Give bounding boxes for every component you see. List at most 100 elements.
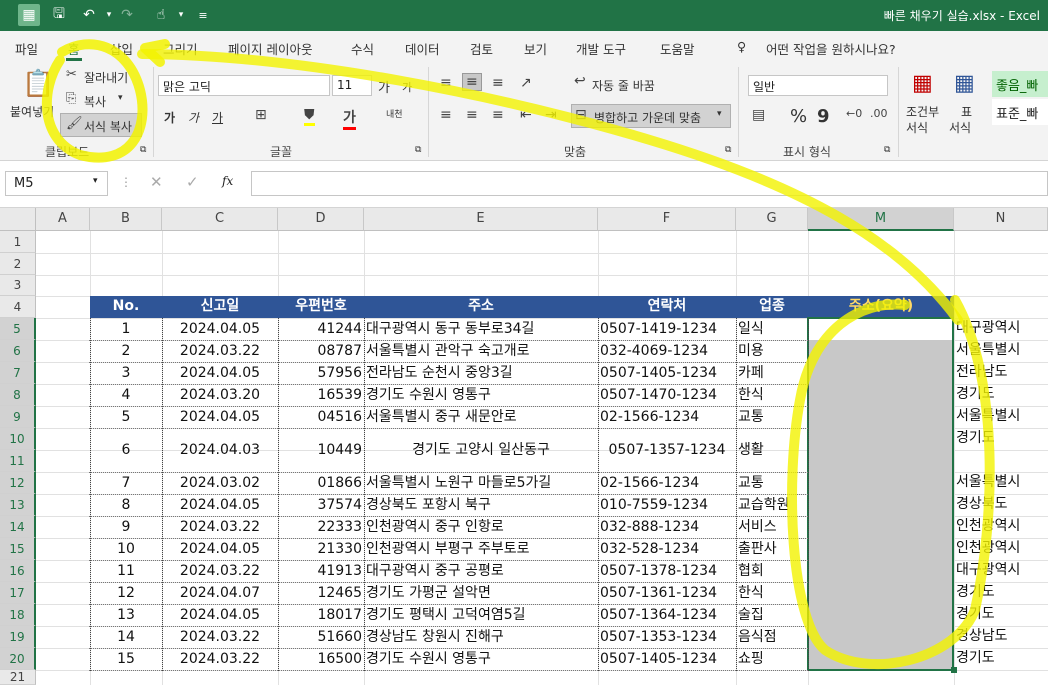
col-header-g[interactable]: G — [736, 208, 808, 231]
redo-icon[interactable]: ↷ — [116, 4, 138, 26]
table-cell-zip[interactable]: 57956 — [278, 362, 364, 384]
table-cell-n[interactable]: 대구광역시 — [954, 318, 1048, 340]
table-cell-n[interactable]: 서울특별시 — [954, 472, 1048, 494]
table-cell-tel[interactable]: 032-4069-1234 — [598, 340, 736, 362]
paste-button[interactable]: 붙여넣기 — [10, 103, 54, 120]
row-header-9[interactable]: 9 — [0, 406, 36, 428]
table-cell-no[interactable]: 11 — [90, 560, 162, 582]
table-cell-date[interactable]: 2024.04.05 — [162, 406, 278, 428]
table-cell-biz[interactable]: 서비스 — [736, 516, 808, 538]
table-cell-zip[interactable]: 37574 — [278, 494, 364, 516]
align-top-icon[interactable]: ≡ — [440, 75, 452, 91]
row-header-5[interactable]: 5 — [0, 318, 36, 340]
table-cell-no[interactable]: 10 — [90, 538, 162, 560]
table-cell-n[interactable]: 대구광역시 — [954, 560, 1048, 582]
tab-formulas[interactable]: 수식 — [351, 39, 374, 58]
font-launcher-icon[interactable]: ⧉ — [415, 145, 421, 155]
tab-help[interactable]: 도움말 — [660, 39, 695, 58]
table-cell-n[interactable]: 경상남도 — [954, 626, 1048, 648]
align-left-icon[interactable]: ≡ — [440, 107, 452, 123]
accounting-format-icon[interactable]: ▤ — [752, 107, 765, 123]
table-cell-zip[interactable]: 04516 — [278, 406, 364, 428]
font-size-combo[interactable]: 11 — [332, 75, 372, 96]
row-header-17[interactable]: 17 — [0, 582, 36, 604]
table-cell-tel[interactable]: 0507-1405-1234 — [598, 362, 736, 384]
save-icon[interactable]: 🖫 — [48, 4, 70, 26]
style-good[interactable]: 좋음_빠 — [992, 71, 1048, 97]
table-cell-biz[interactable]: 카페 — [736, 362, 808, 384]
table-cell-no[interactable]: 14 — [90, 626, 162, 648]
font-color-icon[interactable]: 가 — [343, 107, 356, 130]
table-cell-date[interactable]: 2024.04.05 — [162, 538, 278, 560]
table-cell-no[interactable]: 13 — [90, 604, 162, 626]
table-cell-date[interactable]: 2024.03.22 — [162, 516, 278, 538]
conditional-format-icon[interactable]: ▦ — [912, 71, 933, 96]
touch-dropdown-icon[interactable]: ▾ — [170, 4, 192, 26]
copy-icon[interactable]: ⎘ — [66, 91, 76, 106]
row-header-21[interactable]: 21 — [0, 670, 36, 685]
table-cell-no[interactable]: 9 — [90, 516, 162, 538]
table-cell-no[interactable]: 3 — [90, 362, 162, 384]
font-name-combo[interactable]: 맑은 고딕 — [158, 75, 330, 96]
table-cell-date[interactable]: 2024.03.22 — [162, 648, 278, 670]
copy-button[interactable]: 복사 — [84, 93, 106, 110]
table-cell-n[interactable]: 서울특별시 — [954, 406, 1048, 428]
table-cell-tel[interactable]: 0507-1361-1234 — [598, 582, 736, 604]
tab-home[interactable]: 홈 — [66, 39, 81, 61]
increase-indent-icon[interactable]: ⇥ — [545, 107, 557, 123]
bold-button[interactable]: 가 — [164, 109, 175, 126]
table-cell-date[interactable]: 2024.04.05 — [162, 362, 278, 384]
table-cell-date[interactable]: 2024.04.05 — [162, 318, 278, 340]
table-cell-no[interactable]: 8 — [90, 494, 162, 516]
insert-function-icon[interactable]: fx — [222, 174, 233, 188]
table-cell-tel[interactable]: 0507-1419-1234 — [598, 318, 736, 340]
table-cell-zip[interactable]: 18017 — [278, 604, 364, 626]
row-header-4[interactable]: 4 — [0, 296, 36, 318]
comma-button[interactable]: 9 — [817, 106, 830, 127]
autosave-icon[interactable]: ▦ — [18, 4, 40, 26]
tab-insert[interactable]: 삽입 — [110, 39, 133, 58]
row-header-3[interactable]: 3 — [0, 275, 36, 296]
table-cell-tel[interactable]: 0507-1470-1234 — [598, 384, 736, 406]
table-cell-date[interactable]: 2024.03.20 — [162, 384, 278, 406]
font-grow-button[interactable]: 가 — [378, 77, 390, 96]
table-cell-tel[interactable]: 032-528-1234 — [598, 538, 736, 560]
table-cell-n[interactable]: 인천광역시 — [954, 538, 1048, 560]
table-cell-biz[interactable]: 협회 — [736, 560, 808, 582]
row-header-15[interactable]: 15 — [0, 538, 36, 560]
table-cell-biz[interactable]: 교통 — [736, 406, 808, 428]
table-cell-addr[interactable]: 서울특별시 중구 새문안로 — [364, 406, 598, 428]
table-cell-date[interactable]: 2024.03.22 — [162, 626, 278, 648]
table-cell-no[interactable]: 15 — [90, 648, 162, 670]
tab-page-layout[interactable]: 페이지 레이아웃 — [228, 39, 312, 58]
namebox-dropdown-icon[interactable]: ▾ — [93, 176, 98, 186]
tell-me-search[interactable]: 어떤 작업을 원하시나요? — [766, 39, 896, 58]
formula-input[interactable] — [251, 171, 1048, 196]
table-cell-zip[interactable]: 16539 — [278, 384, 364, 406]
customize-qat-icon[interactable]: ≡ — [192, 4, 214, 26]
table-cell-addr[interactable]: 인천광역시 중구 인항로 — [364, 516, 598, 538]
table-cell-tel[interactable]: 032-888-1234 — [598, 516, 736, 538]
number-format-combo[interactable]: 일반 — [748, 75, 888, 96]
table-cell-addr[interactable]: 경기도 수원시 영통구 — [364, 384, 598, 406]
cut-icon[interactable]: ✂ — [66, 67, 77, 82]
table-cell-addr[interactable]: 서울특별시 관악구 숙고개로 — [364, 340, 598, 362]
table-cell-biz[interactable]: 교습학원 — [736, 494, 808, 516]
wrap-text-button[interactable]: 자동 줄 바꿈 — [592, 77, 655, 94]
decrease-indent-icon[interactable]: ⇤ — [520, 107, 532, 123]
row-header-16[interactable]: 16 — [0, 560, 36, 582]
table-cell-biz[interactable]: 교통 — [736, 472, 808, 494]
table-cell-addr[interactable]: 경기도 고양시 일산동구 — [364, 428, 598, 472]
italic-button[interactable]: 가 — [188, 109, 199, 126]
table-cell-biz[interactable]: 술집 — [736, 604, 808, 626]
touch-mode-icon[interactable]: ☝ — [150, 4, 172, 26]
paste-icon[interactable]: 📋 — [22, 69, 54, 99]
table-cell-biz[interactable]: 음식점 — [736, 626, 808, 648]
tab-draw[interactable]: 그리기 — [163, 39, 198, 58]
table-cell-zip[interactable]: 01866 — [278, 472, 364, 494]
table-cell-no[interactable]: 12 — [90, 582, 162, 604]
col-header-m[interactable]: M — [808, 208, 954, 231]
decrease-decimal-icon[interactable]: .00 — [870, 107, 888, 120]
table-cell-no[interactable]: 1 — [90, 318, 162, 340]
format-table-icon[interactable]: ▦ — [954, 71, 975, 96]
